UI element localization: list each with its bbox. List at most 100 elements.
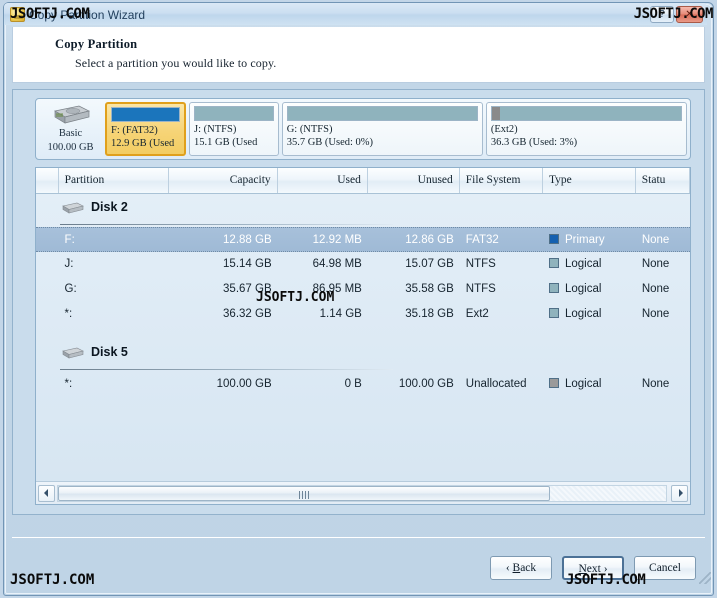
page-title: Copy Partition (55, 37, 138, 51)
partition-map-detail: 15.1 GB (Used (194, 137, 258, 148)
cell-status: None (641, 283, 670, 295)
cell-status: None (641, 378, 670, 390)
table-row[interactable]: J: 15.14 GB 64.98 MB 15.07 GB NTFS Logical Non… (36, 252, 690, 277)
table-body[interactable]: Disk 2 F: 12.88 GB 12.92 MB 12.86 GB FAT32 Pri… (36, 194, 690, 482)
table-header-row: Partition Capacity Used Unused File System Ty… (36, 168, 690, 194)
scroll-thumb[interactable] (58, 485, 551, 501)
cell-used: 64.98 MB (312, 258, 362, 270)
disk-group-icon (62, 202, 84, 214)
partition-table: Partition Capacity Used Unused File System Ty… (35, 167, 691, 505)
cell-blank (36, 228, 59, 251)
cell-used: 12.92 MB (312, 234, 362, 246)
column-header-type[interactable]: Type (543, 168, 636, 193)
partition-usage-fill (491, 107, 681, 120)
partition-usage-fill (195, 107, 273, 120)
partition-usage-bar (111, 107, 181, 122)
cell-blank (36, 372, 59, 397)
cell-used: 0 B (344, 378, 362, 390)
cell-filesystem: Ext2 (465, 308, 489, 320)
partition-map-label: (Ext2) (490, 124, 518, 135)
title-bar[interactable]: Copy Partition Wizard ? ✕ (4, 3, 707, 25)
column-header-file-system[interactable]: File System (460, 168, 543, 193)
partition-usage-fill (287, 107, 477, 120)
cell-capacity: 36.32 GB (223, 308, 272, 320)
cell-type: Logical (543, 252, 636, 277)
disk-map-partition-1[interactable]: J: (NTFS) 15.1 GB (Used (189, 102, 279, 156)
partition-usage-bar (286, 106, 478, 121)
next-button[interactable]: Next › (562, 556, 624, 580)
disk-group-rule (60, 224, 393, 225)
close-button[interactable]: ✕ (676, 6, 703, 23)
cell-blank (36, 252, 59, 277)
column-header-capacity[interactable]: Capacity (169, 168, 278, 193)
disk-group-row[interactable]: Disk 5 (36, 339, 690, 372)
cell-status: None (641, 308, 670, 320)
cell-blank (36, 302, 59, 327)
cell-partition: F: (64, 234, 75, 246)
column-header-blank[interactable] (36, 168, 59, 193)
back-button[interactable]: ‹ Back (490, 556, 552, 580)
disk-type-label: Basic (58, 128, 83, 139)
horizontal-scrollbar[interactable] (36, 481, 690, 504)
disk-map-partition-3[interactable]: (Ext2) 36.3 GB (Used: 3%) (485, 102, 687, 156)
partition-usage-fill (112, 108, 180, 121)
app-root: Copy Partition Wizard ? ✕ Copy Partition… (0, 0, 717, 598)
table-row[interactable]: F: 12.88 GB 12.92 MB 12.86 GB FAT32 Primary No… (36, 227, 690, 252)
disk-group-icon (62, 347, 84, 359)
partition-map-detail: 35.7 GB (Used: 0%) (286, 137, 374, 148)
wizard-header: Copy Partition Select a partition you wo… (12, 27, 705, 83)
cell-status: None (641, 234, 670, 246)
disk-size-label: 100.00 GB (47, 142, 94, 153)
cell-capacity: 15.14 GB (223, 258, 272, 270)
partition-type-swatch (548, 234, 559, 244)
scroll-left-arrow[interactable] (38, 484, 55, 502)
cell-type: Primary (543, 228, 636, 251)
disk-group-label: Disk 2 (91, 200, 128, 214)
cell-capacity: 12.88 GB (223, 234, 272, 246)
cell-used: 1.14 GB (319, 308, 362, 320)
column-header-unused[interactable]: Unused (368, 168, 460, 193)
cell-type: Logical (543, 302, 636, 327)
disk-map-partition-0[interactable]: F: (FAT32) 12.9 GB (Used (105, 102, 187, 156)
partition-map-label: J: (NTFS) (194, 124, 237, 135)
cell-blank (36, 277, 59, 302)
partition-usage-bar (194, 106, 274, 121)
partition-type-swatch (548, 258, 559, 268)
column-header-statu[interactable]: Statu (636, 168, 690, 193)
table-row[interactable]: *: 36.32 GB 1.14 GB 35.18 GB Ext2 Logical None (36, 302, 690, 327)
cell-unused: 12.86 GB (405, 234, 454, 246)
disk-map-partition-2[interactable]: G: (NTFS) 35.7 GB (Used: 0%) (281, 102, 483, 156)
disk-group-row[interactable]: Disk 2 (36, 194, 690, 227)
window-controls: ? ✕ (650, 6, 703, 23)
scroll-grip-icon (299, 490, 310, 499)
cell-unused: 100.00 GB (398, 378, 454, 390)
cancel-button[interactable]: Cancel (634, 556, 696, 580)
partition-map-detail: 12.9 GB (Used (111, 138, 175, 149)
cell-filesystem: NTFS (465, 283, 496, 295)
scroll-right-arrow[interactable] (671, 484, 688, 502)
partition-map-label: F: (FAT32) (111, 125, 158, 136)
disk-map[interactable]: Basic 100.00 GB F: (FAT32) 12.9 GB (Used J… (35, 98, 691, 160)
table-row[interactable]: *: 100.00 GB 0 B 100.00 GB Unallocated Logica… (36, 372, 690, 397)
cell-unused: 15.07 GB (405, 258, 454, 270)
help-button[interactable]: ? (650, 6, 674, 23)
cell-partition: G: (64, 283, 77, 295)
cell-partition: *: (64, 378, 73, 390)
cell-type: Logical (543, 277, 636, 302)
page-description: Select a partition you would like to cop… (75, 56, 277, 70)
cell-partition: J: (64, 258, 74, 270)
cell-partition: *: (64, 308, 73, 320)
cell-filesystem: Unallocated (465, 378, 527, 390)
window-title: Copy Partition Wizard (29, 8, 146, 22)
cell-used: 86.95 MB (312, 283, 362, 295)
resize-grip-icon[interactable] (699, 572, 711, 584)
partition-type-swatch (548, 308, 559, 318)
cell-status: None (641, 258, 670, 270)
wizard-icon (10, 7, 25, 22)
table-row[interactable]: G: 35.67 GB 86.95 MB 35.58 GB NTFS Logical Non… (36, 277, 690, 302)
partition-type-swatch (548, 378, 559, 388)
cell-capacity: 35.67 GB (223, 283, 272, 295)
column-header-partition[interactable]: Partition (59, 168, 170, 193)
scroll-track[interactable] (57, 484, 667, 502)
column-header-used[interactable]: Used (278, 168, 368, 193)
